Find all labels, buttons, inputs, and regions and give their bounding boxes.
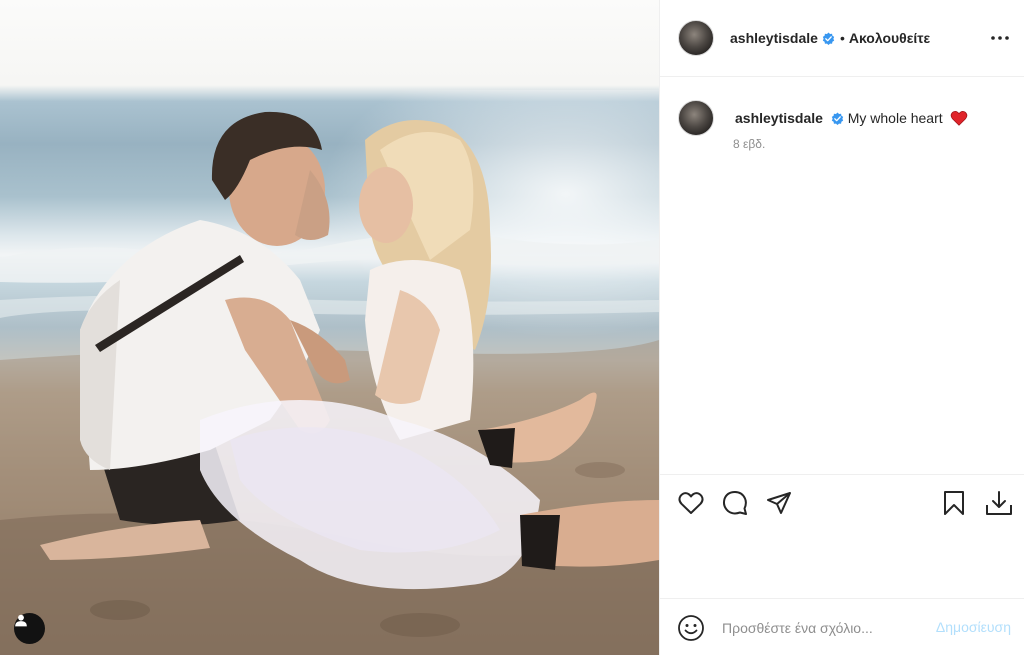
- caption-text-block: ashleytisdale My whole heart: [735, 109, 968, 127]
- post-header: ashleytisdale • Ακολουθείτε: [660, 0, 1024, 77]
- emoji-picker-button[interactable]: [676, 613, 706, 643]
- save-button[interactable]: [939, 488, 969, 518]
- post-caption: ashleytisdale My whole heart 8 εβδ.: [678, 100, 1008, 151]
- post-comment-button[interactable]: Δημοσίευση: [936, 619, 1011, 635]
- verified-badge-icon: [822, 32, 835, 45]
- author-avatar[interactable]: [678, 20, 714, 56]
- post-timestamp[interactable]: 8 εβδ.: [733, 137, 765, 151]
- user-tag-icon: [15, 614, 27, 627]
- comment-button[interactable]: [720, 488, 750, 518]
- post-actions: [660, 474, 1024, 598]
- photo-illustration: [0, 111, 659, 655]
- comment-input[interactable]: [722, 618, 912, 638]
- red-heart-emoji-icon: [950, 111, 967, 126]
- verified-badge-icon: [831, 112, 844, 125]
- post-sidebar: ashleytisdale • Ακολουθείτε ashleytisdal…: [659, 0, 1024, 655]
- like-button[interactable]: [676, 488, 706, 518]
- download-button[interactable]: [984, 488, 1014, 518]
- share-button[interactable]: [764, 488, 794, 518]
- author-username[interactable]: ashleytisdale: [730, 30, 818, 46]
- caption-author-avatar[interactable]: [678, 100, 714, 136]
- following-button[interactable]: Ακολουθείτε: [849, 30, 930, 46]
- more-options-button[interactable]: [989, 27, 1011, 49]
- caption-username[interactable]: ashleytisdale: [735, 110, 823, 126]
- add-comment-bar: Δημοσίευση: [660, 598, 1024, 655]
- caption-message: My whole heart: [847, 110, 943, 126]
- heart-icon: [678, 492, 704, 514]
- more-options-icon: [991, 36, 1009, 40]
- tagged-users-button[interactable]: [14, 613, 45, 644]
- post-photo[interactable]: [0, 0, 659, 655]
- smiley-icon: [678, 615, 704, 641]
- paper-plane-icon: [767, 492, 791, 514]
- header-separator: •: [839, 30, 845, 46]
- bookmark-icon: [944, 491, 964, 515]
- download-icon: [986, 491, 1012, 515]
- comment-bubble-icon: [722, 491, 747, 515]
